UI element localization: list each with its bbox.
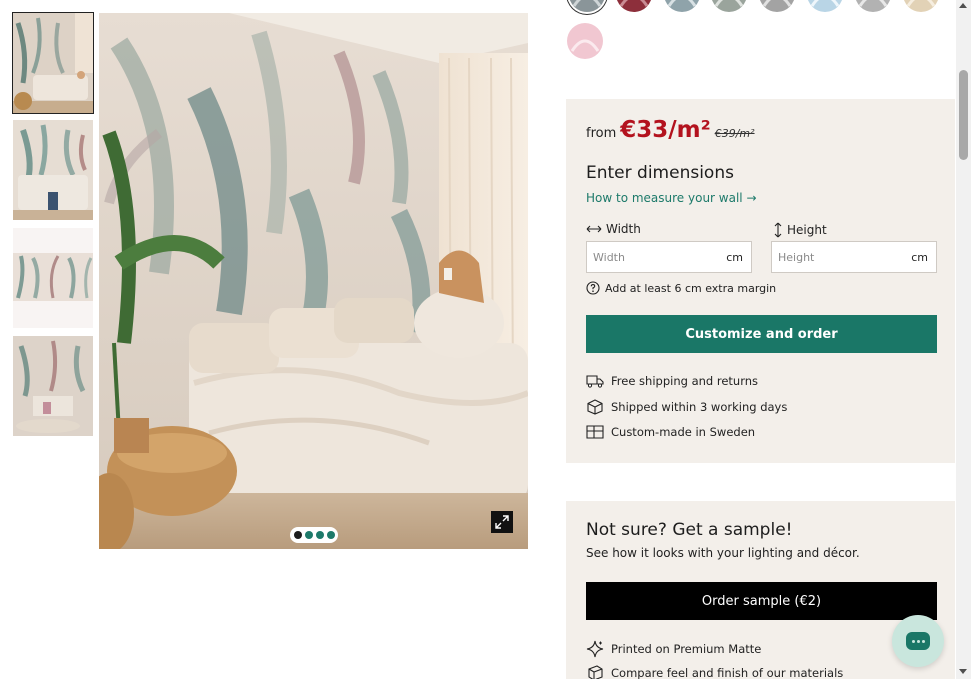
color-swatch-9[interactable] [567,23,603,59]
feature-text: Custom-made in Sweden [611,425,756,439]
carousel-dot-4[interactable] [326,531,335,539]
order-panel: from €33/m² €39/m² Enter dimensions How … [566,99,955,463]
thumbnail-4[interactable] [13,336,93,436]
scroll-up-arrow[interactable] [959,3,967,8]
feature-text: Shipped within 3 working days [611,400,788,414]
customize-order-button[interactable]: Customize and order [586,315,937,353]
thumbnail-3[interactable] [13,228,93,328]
carousel-dot-2[interactable] [304,531,313,539]
feature-shipping: Free shipping and returns [586,374,758,388]
scroll-down-arrow[interactable] [959,669,967,674]
question-circle-icon[interactable] [586,281,600,295]
chat-icon [906,632,930,650]
sample-feature-matte: Printed on Premium Matte [586,640,761,658]
height-label: Height [773,222,827,238]
carousel-dots [290,527,338,543]
swatch-pattern-9 [567,23,603,59]
swatch-pattern-6 [807,0,843,12]
bedroom-mural-thumbnail [13,13,93,113]
color-swatch-8[interactable] [903,0,939,12]
expand-icon [495,515,509,529]
box-icon [587,399,603,415]
mural-pattern-thumbnail [13,228,93,328]
mural-sofa-thumbnail [13,336,93,436]
width-label: Width [586,222,641,236]
chat-button[interactable] [892,615,944,667]
swatch-pattern-7 [855,0,891,12]
leaf-bedroom-thumbnail [13,120,93,220]
thumbnail-2[interactable] [13,120,93,220]
scroll-thumb[interactable] [959,70,968,160]
color-swatch-6[interactable] [807,0,843,12]
measure-wall-link[interactable]: How to measure your wall → [586,191,757,205]
feature-custom-made: Custom-made in Sweden [586,425,755,439]
color-swatch-7[interactable] [855,0,891,12]
layout-icon [586,425,604,439]
color-swatch-1[interactable] [569,0,605,12]
height-field: cm [771,241,937,273]
thumbnail-1[interactable] [12,12,94,114]
width-input[interactable] [593,250,703,264]
page-scrollbar[interactable] [956,0,971,679]
color-swatch-4[interactable] [711,0,747,12]
feature-shipped: Shipped within 3 working days [586,399,787,415]
feature-text: Compare feel and finish of our materials [611,666,844,679]
color-swatch-3[interactable] [664,0,700,12]
sample-feature-compare: Compare feel and finish of our materials [586,665,843,679]
dimensions-title: Enter dimensions [586,163,734,183]
old-price: €39/m² [714,127,755,140]
height-unit: cm [911,250,928,264]
width-label-text: Width [606,222,641,236]
layers-icon [588,665,603,679]
swatch-pattern-8 [903,0,939,12]
height-label-text: Height [787,223,827,237]
from-label: from [586,126,617,141]
feature-text: Printed on Premium Matte [611,642,762,656]
expand-button[interactable] [491,511,513,533]
vertical-arrows-icon [774,222,782,238]
horizontal-arrows-icon [586,225,602,233]
margin-note: Add at least 6 cm extra margin [586,281,776,295]
color-swatch-5[interactable] [759,0,795,12]
carousel-dot-3[interactable] [315,531,324,539]
carousel-dot-1[interactable] [293,531,302,539]
feature-text: Free shipping and returns [611,374,759,388]
swatch-pattern-2 [616,0,652,12]
color-swatch-2[interactable] [616,0,652,12]
swatch-pattern-5 [759,0,795,12]
order-sample-button[interactable]: Order sample (€2) [586,582,937,620]
sample-subtitle: See how it looks with your lighting and … [586,546,860,560]
swatch-pattern-4 [711,0,747,12]
height-input[interactable] [778,250,888,264]
margin-note-text: Add at least 6 cm extra margin [605,281,777,295]
swatch-pattern-1 [569,0,605,12]
width-unit: cm [726,250,743,264]
truck-icon [586,375,604,388]
main-product-image[interactable] [99,13,528,549]
width-field: cm [586,241,752,273]
sample-title: Not sure? Get a sample! [586,520,793,540]
bedroom-mural-illustration [99,13,528,549]
sparkle-icon [586,640,604,658]
price-row: from €33/m² €39/m² [586,117,755,143]
current-price: €33/m² [620,117,711,143]
swatch-pattern-3 [664,0,700,12]
